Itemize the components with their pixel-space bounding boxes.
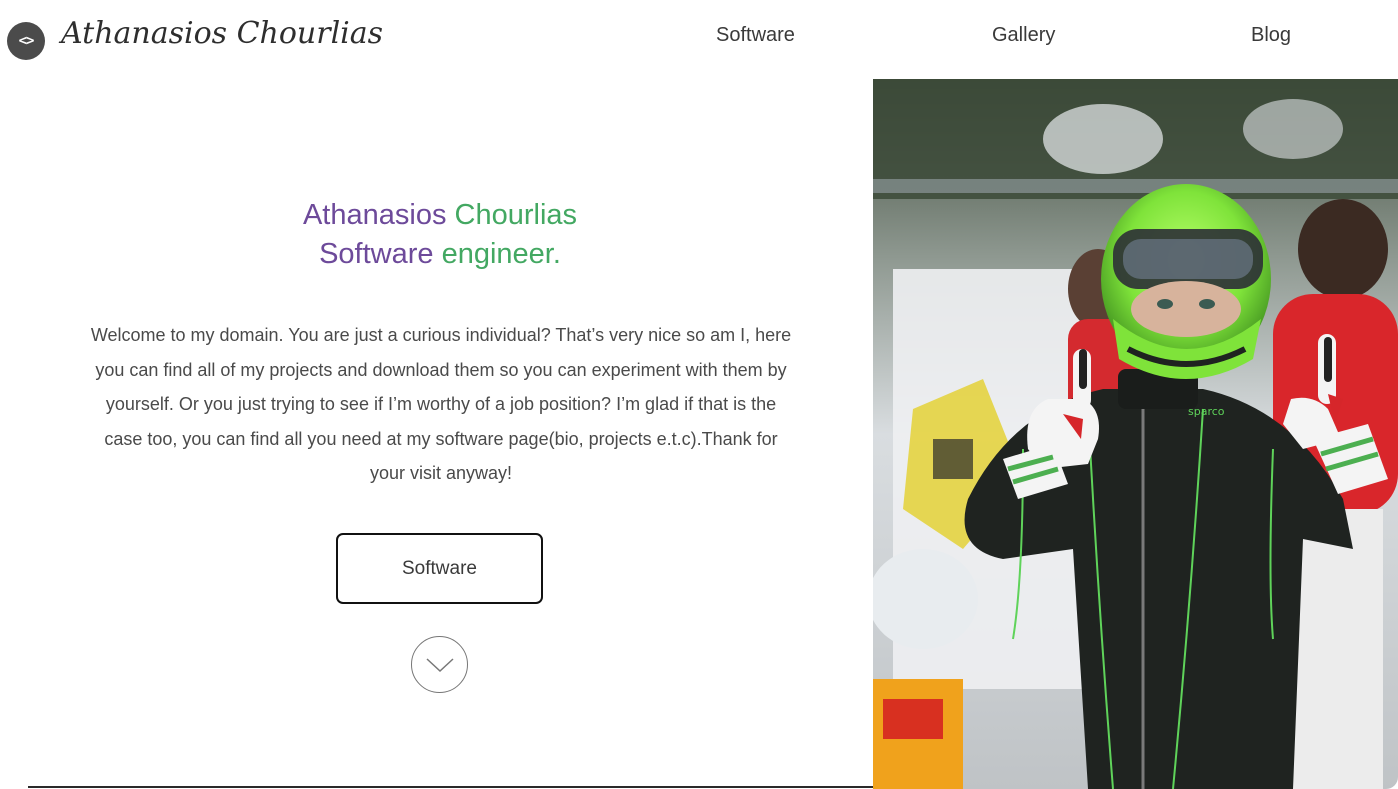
site-header: <> Athanasios Chourlias Software Gallery…: [0, 0, 1398, 78]
hero-title: Athanasios Chourlias Software engineer.: [140, 196, 740, 274]
software-button[interactable]: Software: [336, 533, 543, 604]
hero-name-line: Athanasios Chourlias: [140, 196, 740, 235]
nav-gallery[interactable]: Gallery: [992, 24, 1055, 47]
svg-text:sparco: sparco: [1188, 405, 1225, 418]
chevron-down-icon: [425, 657, 454, 672]
title-first-name: Athanasios: [302, 199, 447, 231]
code-logo-icon[interactable]: <>: [7, 22, 45, 60]
subtitle-role: Software: [319, 238, 434, 270]
intro-paragraph: Welcome to my domain. You are just a cur…: [90, 325, 792, 483]
driver-photo: sparco: [873, 79, 1398, 789]
brand-name[interactable]: Athanasios Chourlias: [61, 16, 383, 51]
nav-software[interactable]: Software: [716, 24, 795, 47]
section-divider: [28, 786, 873, 788]
scroll-down-button[interactable]: [411, 636, 468, 693]
title-last-name: Chourlias: [454, 199, 578, 231]
nav-blog[interactable]: Blog: [1251, 24, 1291, 47]
hero-role-line: Software engineer.: [140, 235, 740, 274]
subtitle-engineer: engineer.: [441, 238, 561, 270]
